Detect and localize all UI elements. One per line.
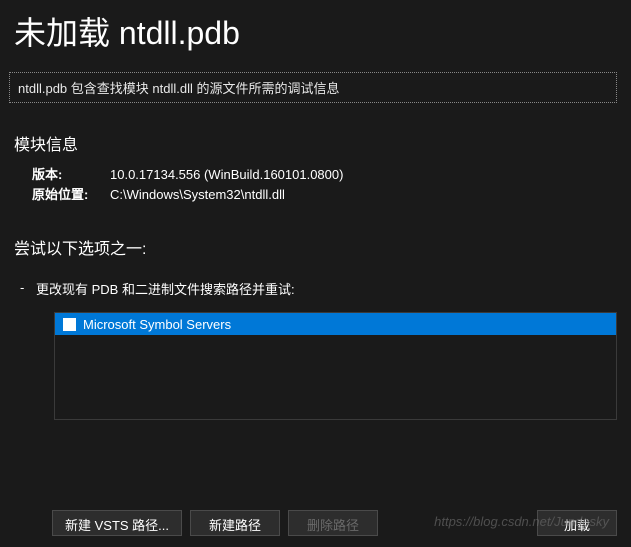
module-version-label: 版本: xyxy=(32,165,110,185)
option-item: - 更改现有 PDB 和二进制文件搜索路径并重试: Microsoft Symb… xyxy=(14,279,617,420)
module-original-location-value: C:\Windows\System32\ntdll.dll xyxy=(110,185,285,205)
options-section: 尝试以下选项之一: - 更改现有 PDB 和二进制文件搜索路径并重试: Micr… xyxy=(14,235,617,420)
option-text: 更改现有 PDB 和二进制文件搜索路径并重试: xyxy=(36,279,617,298)
module-row: 原始位置: C:\Windows\System32\ntdll.dll xyxy=(32,185,617,205)
module-version-value: 10.0.17134.556 (WinBuild.160101.0800) xyxy=(110,165,343,185)
options-heading: 尝试以下选项之一: xyxy=(14,235,617,259)
symbol-paths-listbox[interactable]: Microsoft Symbol Servers xyxy=(54,312,617,420)
list-item-label: Microsoft Symbol Servers xyxy=(83,317,231,332)
button-bar: 新建 VSTS 路径... 新建路径 删除路径 加载 xyxy=(52,510,617,536)
module-original-location-label: 原始位置: xyxy=(32,185,110,205)
page-title: 未加载 ntdll.pdb xyxy=(0,0,631,72)
load-button[interactable]: 加载 xyxy=(537,510,617,536)
new-vsts-path-button[interactable]: 新建 VSTS 路径... xyxy=(52,510,182,536)
module-info-heading: 模块信息 xyxy=(14,131,617,155)
module-info-section: 模块信息 版本: 10.0.17134.556 (WinBuild.160101… xyxy=(14,131,617,205)
bullet-icon: - xyxy=(20,280,24,295)
checkbox-icon[interactable] xyxy=(63,318,76,331)
info-message: ntdll.pdb 包含查找模块 ntdll.dll 的源文件所需的调试信息 xyxy=(9,72,617,103)
list-item[interactable]: Microsoft Symbol Servers xyxy=(55,313,616,335)
new-path-button[interactable]: 新建路径 xyxy=(190,510,280,536)
delete-path-button: 删除路径 xyxy=(288,510,378,536)
module-info-table: 版本: 10.0.17134.556 (WinBuild.160101.0800… xyxy=(14,165,617,205)
module-row: 版本: 10.0.17134.556 (WinBuild.160101.0800… xyxy=(32,165,617,185)
